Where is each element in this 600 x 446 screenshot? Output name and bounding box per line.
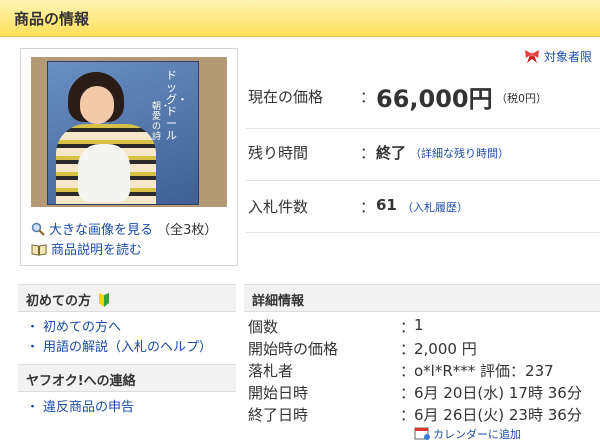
sidebar-section-contact: ヤフオク!への連絡: [18, 364, 236, 392]
record-sleeve: ドッグ・ドール 朝・愛の詩: [47, 61, 199, 205]
detail-colon: ：: [400, 362, 416, 380]
page-header: 商品の情報: [0, 0, 600, 37]
sidebar-section-beginners: 初めての方: [18, 284, 236, 312]
sidebar-item-label: 初めての方へ: [43, 320, 122, 335]
book-icon: [31, 244, 47, 256]
detail-value: 6月 20日(水) 17時 36分: [414, 384, 582, 402]
calendar-link-label: カレンダーに追加: [433, 428, 521, 441]
large-image-row: 大きな画像を見る （全3枚）: [31, 219, 217, 238]
detail-value: 6月 26日(火) 23時 36分: [414, 406, 582, 424]
time-value: 終了: [376, 144, 407, 162]
detail-label: 開始日時: [248, 384, 309, 402]
detail-value: 1: [414, 316, 424, 334]
sidebar-section-title: 初めての方: [26, 294, 92, 309]
sidebar-item-report[interactable]: ・違反商品の申告: [26, 396, 134, 415]
detail-row-quantity: 個数 ： 1: [248, 316, 600, 336]
image-panel: ドッグ・ドール 朝・愛の詩 大きな画像を見る （全3枚） 商品説明を読む: [20, 48, 238, 266]
price-value: 66,000円: [376, 85, 493, 113]
search-icon: [31, 222, 45, 236]
large-image-link[interactable]: 大きな画像を見る: [49, 223, 153, 238]
sidebar-item-label: 違反商品の申告: [43, 400, 135, 415]
detail-label: 開始時の価格: [248, 340, 339, 358]
sidebar-item-glossary[interactable]: ・用語の解説（入札のヘルプ）: [26, 336, 212, 355]
detail-row-start-date: 開始日時 ： 6月 20日(水) 17時 36分: [248, 382, 600, 402]
add-to-calendar-link[interactable]: カレンダーに追加: [414, 426, 521, 442]
detail-row-start-price: 開始時の価格 ： 2,000 円: [248, 338, 600, 358]
bids-row: 入札件数 ： 61 （入札履歴）: [246, 180, 600, 233]
sleeve-figure-face: [80, 86, 114, 124]
bids-value: 61: [376, 196, 397, 214]
detail-label: 落札者: [248, 362, 294, 380]
ribbon-icon: [525, 50, 539, 63]
description-link[interactable]: 商品説明を読む: [51, 243, 142, 258]
bids-colon: ：: [360, 198, 376, 216]
bullet: ・: [26, 340, 40, 355]
detail-row-end-date: 終了日時 ： 6月 26日(火) 23時 36分: [248, 404, 600, 424]
price-label: 現在の価格: [248, 88, 324, 106]
page-title: 商品の情報: [14, 10, 90, 28]
detail-colon: ：: [400, 340, 416, 358]
detail-value: 2,000 円: [414, 340, 477, 358]
detail-colon: ：: [400, 406, 416, 424]
details-header: 詳細情報: [244, 284, 600, 312]
target-badge[interactable]: 対象者限: [524, 48, 592, 65]
sidebar-section-title: ヤフオク!への連絡: [26, 374, 136, 389]
description-row: 商品説明を読む: [31, 239, 142, 258]
bullet: ・: [26, 320, 40, 335]
bid-history-link[interactable]: （入札履歴）: [402, 199, 468, 215]
calendar-icon: [414, 427, 430, 440]
time-colon: ：: [360, 144, 376, 162]
detail-colon: ：: [400, 384, 416, 402]
time-row: 残り時間 ： 終了 （詳細な残り時間）: [246, 128, 600, 181]
price-colon: ：: [360, 88, 376, 106]
sleeve-dog: [78, 144, 130, 202]
sidebar-item-label: 用語の解説（入札のヘルプ）: [43, 340, 213, 355]
time-detail-link[interactable]: （詳細な残り時間）: [410, 145, 509, 161]
bids-label: 入札件数: [248, 198, 309, 216]
tax-note: （税0円）: [496, 92, 547, 105]
detail-label: 個数: [248, 318, 279, 336]
detail-value: o*l*R*** 評価：237: [414, 362, 554, 380]
details-title: 詳細情報: [252, 294, 305, 309]
image-count: （全3枚）: [157, 223, 218, 238]
product-image[interactable]: ドッグ・ドール 朝・愛の詩: [31, 57, 227, 207]
sidebar-item-beginners-guide[interactable]: ・初めての方へ: [26, 316, 121, 335]
price-row: 現在の価格 ： 66,000円 （税0円）: [246, 70, 600, 129]
bullet: ・: [26, 400, 40, 415]
beginner-mark-icon: [98, 293, 109, 307]
sleeve-subtitle: 朝・愛の詩: [152, 102, 171, 142]
detail-colon: ：: [400, 318, 416, 336]
detail-label: 終了日時: [248, 406, 309, 424]
target-badge-label: 対象者限: [544, 50, 593, 64]
detail-row-winner: 落札者 ： o*l*R*** 評価：237: [248, 360, 600, 380]
time-label: 残り時間: [248, 144, 309, 162]
